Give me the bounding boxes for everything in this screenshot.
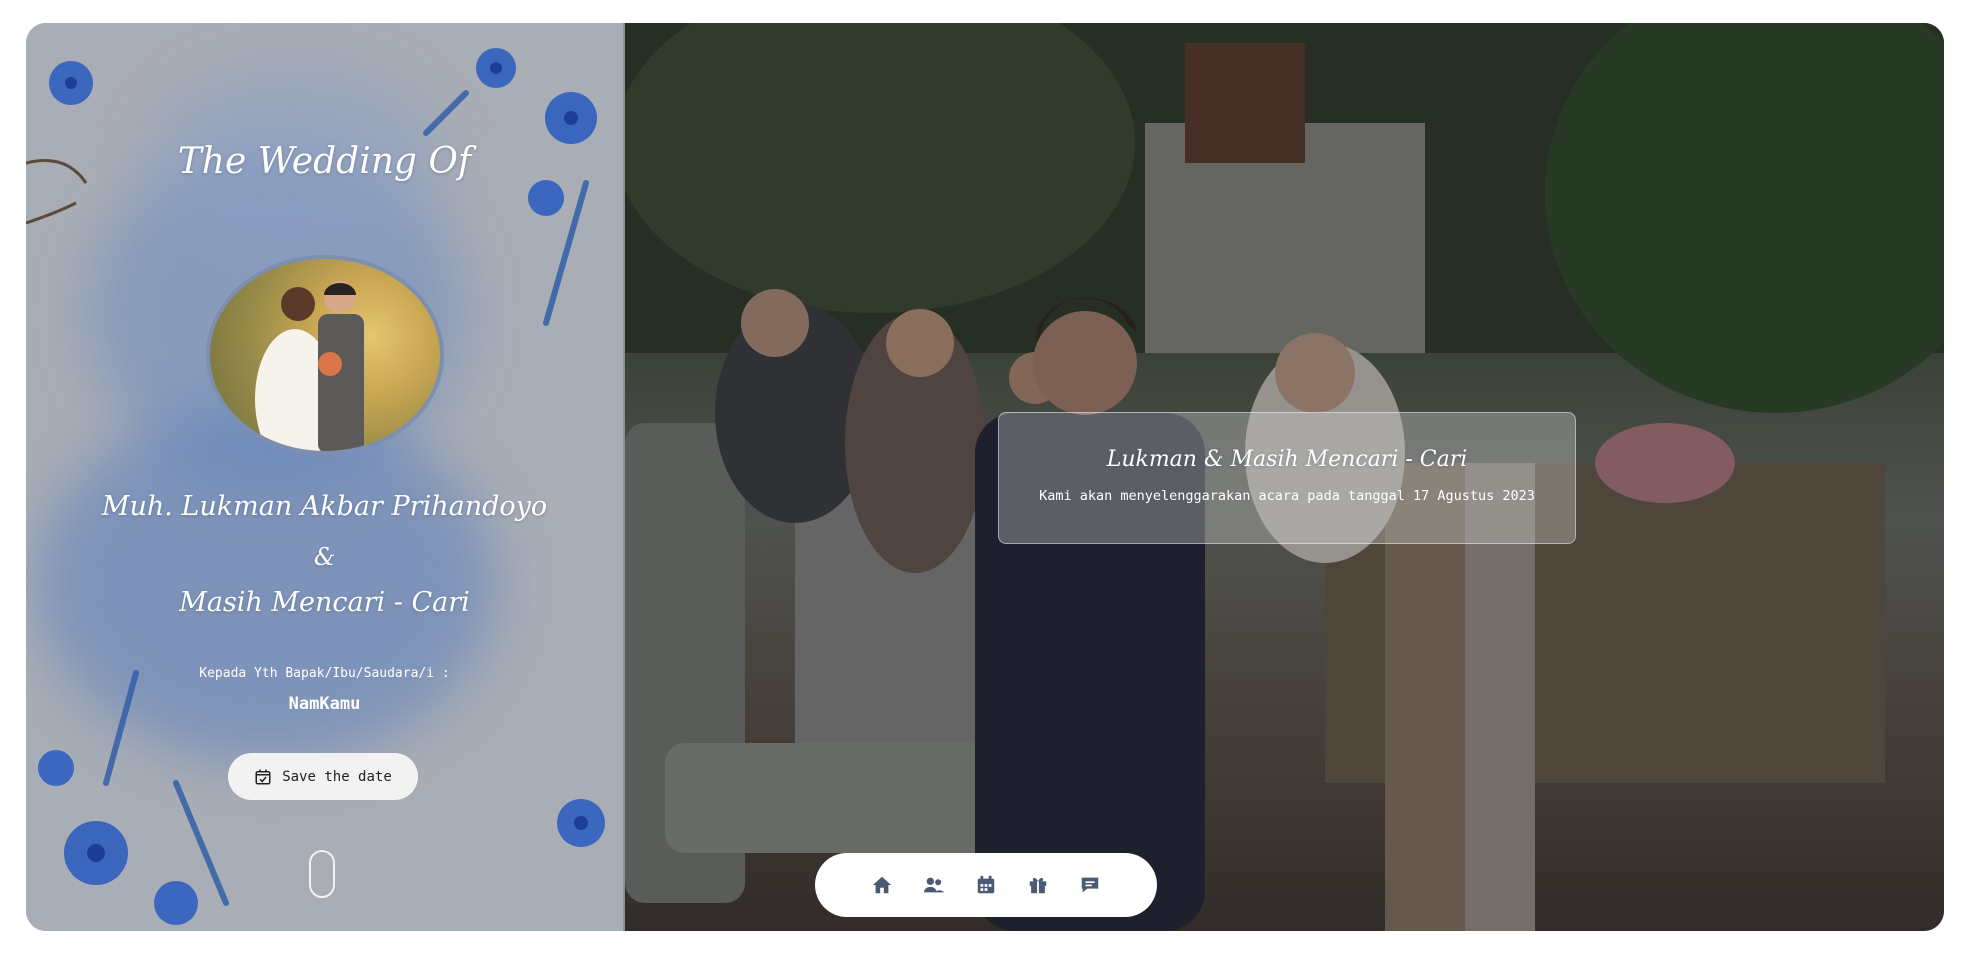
chat-icon [1081,877,1099,893]
invitation-frame: The Wedding Of Muh. Lukman Akbar Prihand… [26,23,1944,931]
home-icon [872,876,892,894]
groom-name: Muh. Lukman Akbar Prihandoyo [101,491,548,522]
nav-gift[interactable] [1025,872,1051,898]
calendar-icon [977,875,995,894]
scroll-indicator[interactable] [309,850,335,898]
ampersand: & [313,543,336,571]
nav-event[interactable] [973,872,999,898]
gift-icon [1029,877,1047,894]
save-the-date-button[interactable]: Save the date [228,753,418,800]
bride-name: Masih Mencari - Cari [179,587,470,618]
event-date-text: Kami akan menyelenggarakan acara pada ta… [1039,488,1535,504]
save-the-date-label: Save the date [282,768,392,785]
announcement-card: Lukman & Masih Mencari - Cari Kami akan … [998,412,1576,544]
nav-couple[interactable] [921,872,947,898]
users-icon [923,877,945,893]
hero-panel: Lukman & Masih Mencari - Cari Kami akan … [625,23,1944,931]
cover-panel: The Wedding Of Muh. Lukman Akbar Prihand… [26,23,625,931]
couple-title: Lukman & Masih Mencari - Cari [1106,447,1468,472]
calendar-check-icon [255,769,271,784]
couple-photo-art [210,259,440,451]
nav-home[interactable] [869,872,895,898]
greeting-text: Kepada Yth Bapak/Ibu/Saudara/i : [199,666,450,681]
couple-photo [206,255,444,455]
nav-wishes[interactable] [1077,872,1103,898]
bottom-nav [815,853,1157,917]
guest-name: NamKamu [288,694,361,714]
wedding-title: The Wedding Of [177,141,472,182]
